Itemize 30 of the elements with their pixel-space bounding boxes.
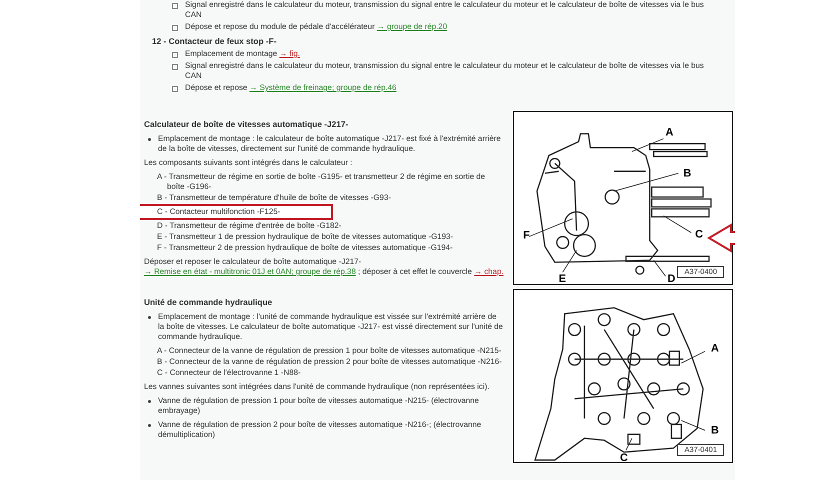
leader-line — [680, 350, 706, 364]
square-bullet-icon — [172, 86, 178, 92]
leader-line — [626, 438, 632, 451]
bullet-icon — [148, 424, 151, 427]
leader-line — [680, 420, 706, 431]
square-bullet-icon — [172, 64, 178, 70]
callout-label: C — [620, 452, 628, 464]
callout-label: A — [711, 342, 719, 354]
square-bullet-icon — [172, 25, 178, 31]
section-heading: Calculateur de boîte de vitesses automatique -J217- — [144, 119, 350, 129]
numbered-heading: 12 - Contacteur de feux stop -F- — [152, 36, 278, 46]
leader-line — [663, 215, 692, 234]
bullet-icon — [148, 316, 151, 319]
callout-label: F — [523, 230, 530, 242]
callout-label: B — [711, 424, 719, 436]
section-heading: Unité de commande hydraulique — [144, 297, 274, 307]
leader-line — [528, 218, 573, 237]
callout-label: E — [558, 273, 566, 286]
square-bullet-icon — [172, 52, 178, 58]
bullet-icon — [148, 400, 151, 403]
leader-line — [653, 260, 666, 276]
callout-label: D — [668, 273, 676, 286]
callout-label: A — [666, 126, 674, 139]
square-bullet-icon — [172, 3, 178, 9]
callout-label: B — [683, 167, 692, 180]
callout-label: C — [695, 228, 704, 241]
bullet-icon — [148, 138, 151, 141]
leader-line — [614, 172, 679, 192]
leader-line — [562, 250, 577, 273]
leader-line — [632, 138, 664, 152]
